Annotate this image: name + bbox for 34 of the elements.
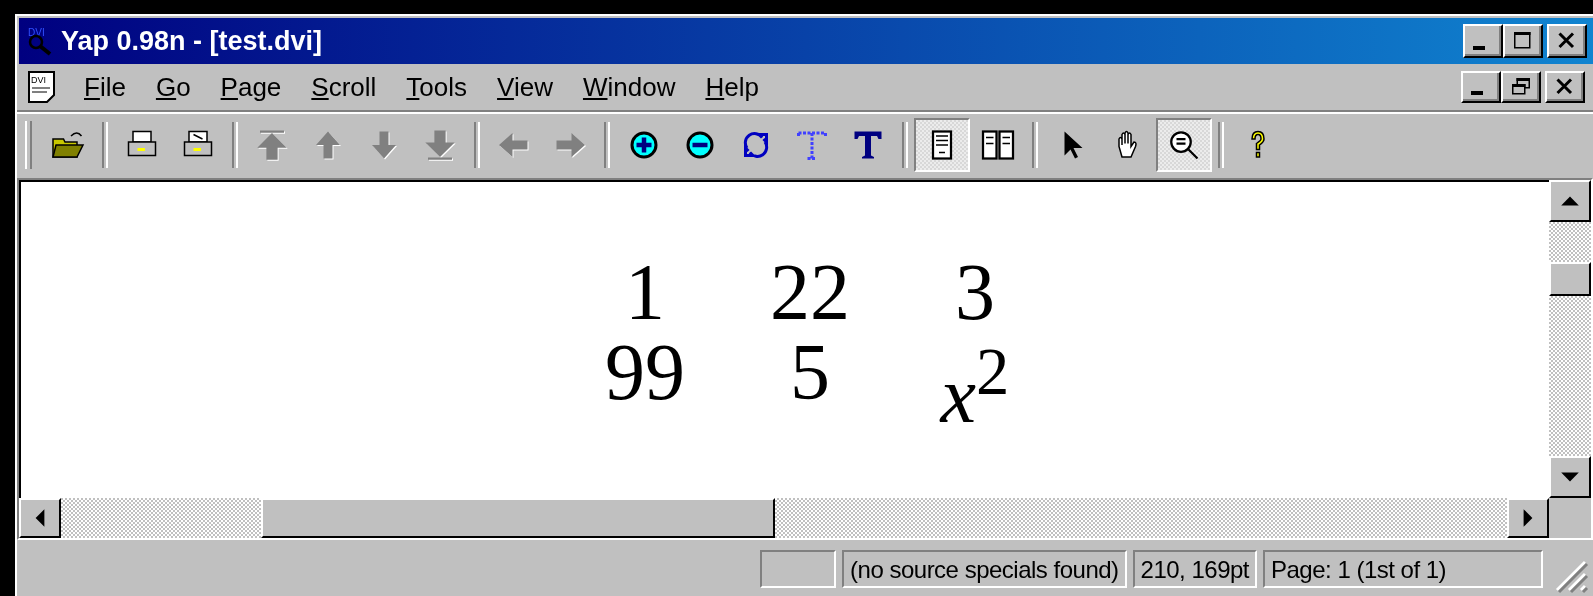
- math-cell-text: 22: [769, 252, 851, 332]
- menu-item[interactable]: Scroll: [296, 71, 392, 103]
- maximize-button[interactable]: [1503, 24, 1543, 58]
- menu-item[interactable]: Window: [567, 71, 691, 103]
- close-button[interactable]: [1545, 71, 1585, 103]
- menu-item[interactable]: Tools: [391, 71, 483, 103]
- minimize-button[interactable]: [1463, 24, 1503, 58]
- minimize-icon: [1473, 46, 1485, 50]
- scroll-thumb[interactable]: [261, 498, 775, 538]
- menu-item[interactable]: Help: [690, 71, 774, 103]
- magnifier-tool-button[interactable]: [1156, 118, 1212, 172]
- document-icon[interactable]: DVI: [27, 71, 57, 103]
- math-cell-text: 1: [624, 252, 666, 332]
- restore-button[interactable]: [1501, 71, 1541, 103]
- menu-item[interactable]: Go: [140, 71, 206, 103]
- horizontal-scrollbar[interactable]: [19, 498, 1549, 538]
- menu-item[interactable]: File: [69, 71, 141, 103]
- vertical-scrollbar[interactable]: [1549, 180, 1591, 498]
- status-panel: Page: 1 (1st of 1): [1263, 550, 1543, 588]
- math-cell-text: 5: [789, 332, 831, 418]
- toolbar-handle[interactable]: [25, 121, 32, 169]
- single-page-tool-button[interactable]: [914, 118, 970, 172]
- math-cell-text: x$^{2}$: [938, 334, 1011, 435]
- scroll-thumb[interactable]: [1549, 262, 1591, 296]
- minimize-icon: [1471, 91, 1483, 95]
- status-panel: 210, 169pt: [1132, 550, 1257, 588]
- menu-item[interactable]: Page: [205, 71, 297, 103]
- math-cell-text: 3: [954, 252, 996, 332]
- status-panel: (no source specials found): [842, 550, 1127, 588]
- math-cell-text: 99: [604, 332, 686, 418]
- close-button[interactable]: [1547, 24, 1587, 58]
- window-title: Yap 0.98n - [test.dvi]: [61, 25, 323, 57]
- menu-item[interactable]: View: [482, 71, 568, 103]
- minimize-button[interactable]: [1461, 71, 1501, 103]
